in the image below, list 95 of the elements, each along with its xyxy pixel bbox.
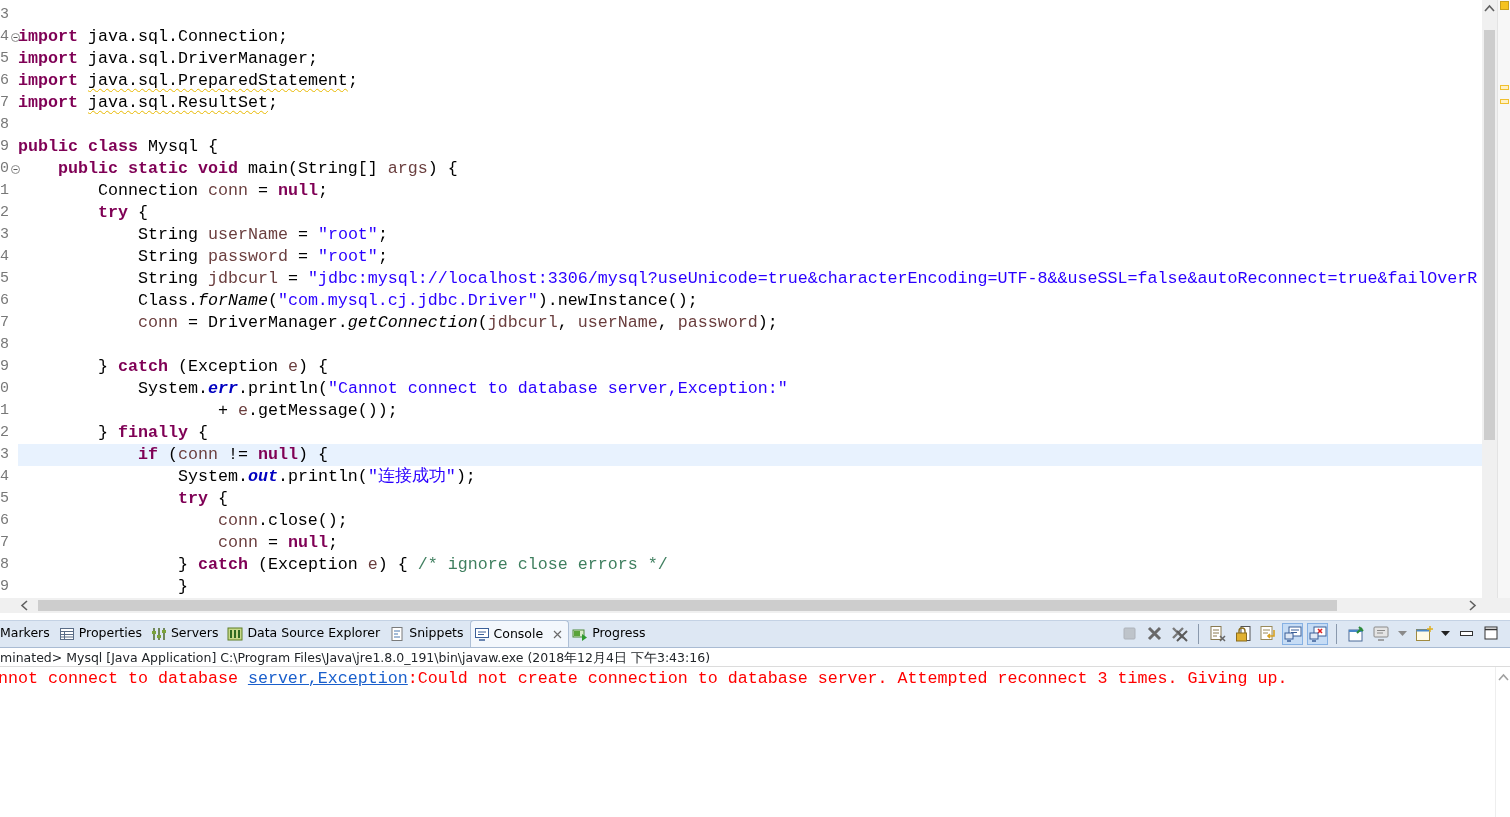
code-line: import java.sql.PreparedStatement; <box>18 70 359 92</box>
code-line: } catch (Exception e) { <box>96 356 329 378</box>
remove-all-icon <box>1170 624 1189 643</box>
view-tab[interactable]: Progress <box>569 620 652 647</box>
caret-icon <box>1440 631 1450 636</box>
line-number: 4 <box>0 246 9 267</box>
view-tab[interactable]: Markers <box>0 620 56 647</box>
line-number: 8 <box>0 554 9 575</box>
view-tab[interactable]: Console <box>469 620 570 647</box>
code-line: Connection conn = null; <box>96 180 329 202</box>
line-number: 0 <box>0 378 9 399</box>
line-number: 4 <box>0 26 9 47</box>
line-number: 2 <box>0 202 9 223</box>
view-tab[interactable]: Data Source Explorer <box>224 620 387 647</box>
scroll-up-icon[interactable] <box>1484 4 1495 12</box>
line-number: 1 <box>0 180 9 201</box>
line-number: 6 <box>0 510 9 531</box>
scroll-left-icon[interactable] <box>20 600 28 611</box>
code-line: System.err.println("Cannot connect to database server,Exception:" <box>136 378 789 400</box>
code-line: } finally { <box>96 422 209 444</box>
code-line: Class.forName("com.mysql.cj.jdbc.Driver").newInstance(); <box>136 290 699 312</box>
line-number: 7 <box>0 92 9 113</box>
line-number: 9 <box>0 356 9 377</box>
new-window-icon <box>1414 624 1433 643</box>
line-number: 6 <box>0 70 9 91</box>
minimize-icon <box>1460 631 1473 636</box>
view-tab[interactable]: Properties <box>55 620 148 647</box>
pin-icon <box>1346 624 1365 643</box>
line-number: 5 <box>0 488 9 509</box>
code-line: conn.close(); <box>216 510 349 532</box>
vertical-scrollbar[interactable] <box>1482 0 1497 598</box>
monitor-icon <box>473 626 490 642</box>
document-icon <box>389 625 406 642</box>
code-line: conn = DriverManager.getConnection(jdbcurl, userName, password); <box>136 312 779 334</box>
scroll-right-icon[interactable] <box>1469 600 1477 611</box>
view-tab[interactable]: Servers <box>147 620 225 647</box>
lock-icon <box>1233 624 1252 643</box>
caret-icon <box>1397 631 1407 636</box>
stop-icon <box>1120 624 1139 643</box>
horizontal-scrollbar[interactable] <box>0 598 1510 613</box>
overview-status-icon <box>1499 1 1509 10</box>
line-number: 3 <box>0 444 9 465</box>
line-number: 9 <box>0 136 9 157</box>
code-line: } <box>176 576 189 598</box>
line-number: 0 <box>0 158 9 179</box>
scrollbar-thumb[interactable] <box>38 600 1337 611</box>
grid-icon <box>227 625 244 642</box>
line-number: 3 <box>0 224 9 245</box>
view-tab[interactable]: Snippets <box>386 620 470 647</box>
code-line: public class Mysql { <box>18 136 219 158</box>
warning-marker[interactable] <box>1499 85 1509 90</box>
code-line: try { <box>96 202 149 224</box>
console-status: minated> Mysql [Java Application] C:\Program Files\Java\jre1.8.0_191\bin\javaw.exe (2018年12月4日 下午3:43:16) <box>0 648 1510 667</box>
line-number: 8 <box>0 334 9 355</box>
code-line: public static void main(String[] args) { <box>56 158 459 180</box>
collapse-icon[interactable] <box>11 164 20 174</box>
scrollbar-thumb[interactable] <box>1484 30 1495 440</box>
line-number: 5 <box>0 268 9 289</box>
code-line: String jdbcurl = "jdbc:mysql://localhost:3306/mysql?useUnicode=true&characterEncoding=UTF-8&&useSSL=false&autoReconnect=true&failOverR <box>136 268 1479 290</box>
monitor-error-icon <box>1308 624 1327 643</box>
line-number: 1 <box>0 400 9 421</box>
code-line: String password = "root"; <box>136 246 389 268</box>
clear-console-icon <box>1208 624 1227 643</box>
vertical-scrollbar[interactable] <box>1495 667 1510 817</box>
line-number: 7 <box>0 532 9 553</box>
code-line: import java.sql.ResultSet; <box>18 92 279 114</box>
line-number: 3 <box>0 4 9 25</box>
line-number: 4 <box>0 466 9 487</box>
code-line: import java.sql.Connection; <box>18 26 289 48</box>
line-number: 7 <box>0 312 9 333</box>
console-output: nnot connect to database server,Exception:Could not create connection to database server. Attempted reconnect 3 times. Giving up. <box>0 668 1289 690</box>
code-line: import java.sql.DriverManager; <box>18 48 319 70</box>
word-wrap-icon <box>1258 624 1277 643</box>
table-icon <box>58 625 75 642</box>
code-line: } catch (Exception e) { /* ignore close errors */ <box>176 554 669 576</box>
code-line: String userName = "root"; <box>136 224 389 246</box>
monitor-icon <box>1283 624 1302 643</box>
stack-link[interactable]: server,Exception <box>247 669 408 688</box>
line-number: 8 <box>0 114 9 135</box>
sliders-icon <box>150 625 167 642</box>
maximize-icon <box>1482 624 1501 643</box>
code-line: conn = null; <box>216 532 339 554</box>
scroll-up-icon[interactable] <box>1497 673 1509 681</box>
warning-marker[interactable] <box>1499 99 1509 104</box>
code-line: System.out.println("连接成功"); <box>176 466 477 488</box>
remove-icon <box>1145 624 1164 643</box>
line-number: 9 <box>0 576 9 597</box>
code-line: + e.getMessage()); <box>216 400 399 422</box>
code-line: try { <box>176 488 229 510</box>
monitor-icon <box>1371 624 1390 643</box>
line-number: 6 <box>0 290 9 311</box>
line-number: 2 <box>0 422 9 443</box>
line-number: 5 <box>0 48 9 69</box>
close-icon[interactable] <box>553 629 563 639</box>
collapse-icon[interactable] <box>11 32 20 42</box>
